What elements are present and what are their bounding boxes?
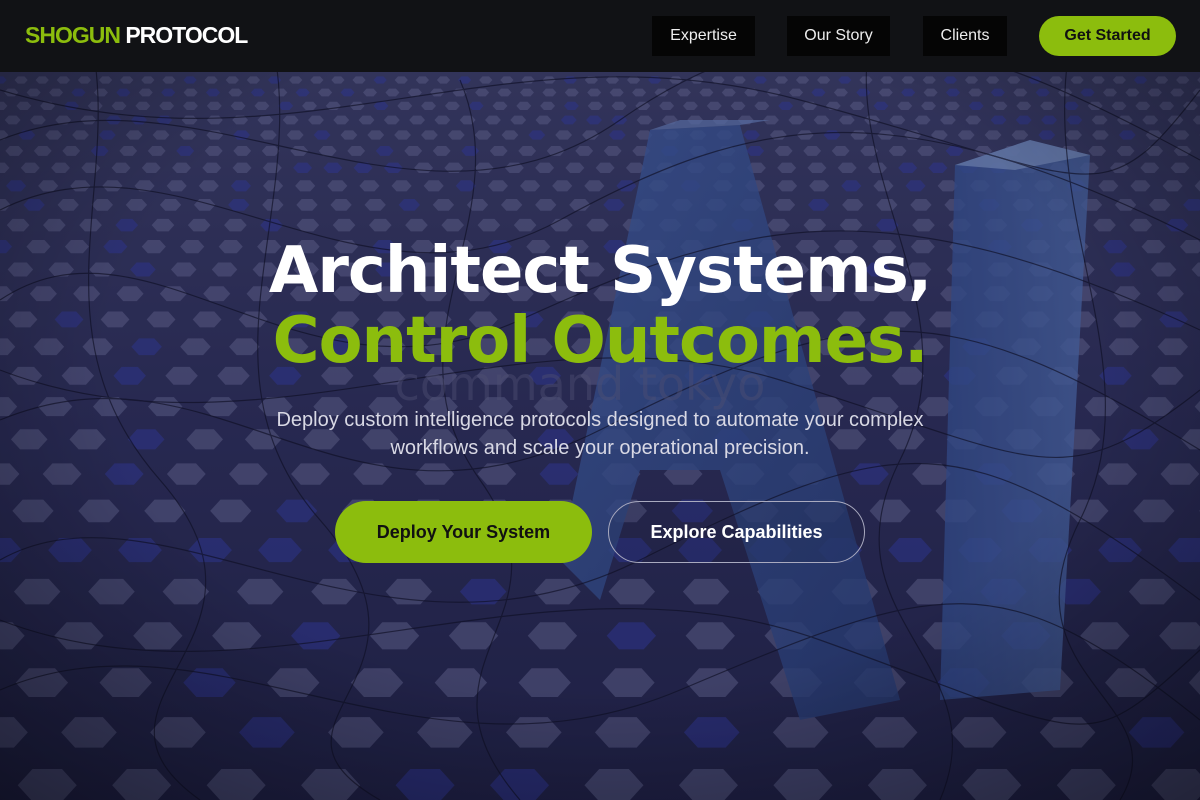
get-started-button[interactable]: Get Started bbox=[1039, 16, 1176, 56]
hero-headline-line1: Architect Systems, bbox=[268, 234, 932, 308]
nav-link-expertise[interactable]: Expertise bbox=[652, 16, 755, 56]
brand-logo-part1: SHOGUN bbox=[25, 22, 121, 48]
brand-logo[interactable]: SHOGUN PROTOCOL bbox=[25, 22, 248, 49]
deploy-your-system-button[interactable]: Deploy Your System bbox=[335, 501, 592, 563]
hero-headline-line2: Control Outcomes. bbox=[272, 304, 929, 378]
top-navigation-bar: SHOGUN PROTOCOL Expertise Our Story Clie… bbox=[0, 0, 1200, 72]
nav-link-clients[interactable]: Clients bbox=[923, 16, 1007, 56]
explore-capabilities-button[interactable]: Explore Capabilities bbox=[608, 501, 865, 563]
hero-background-image: command tokyo bbox=[0, 0, 1200, 800]
nav-link-our-story[interactable]: Our Story bbox=[787, 16, 890, 56]
brand-logo-part2: PROTOCOL bbox=[125, 22, 248, 48]
hero-subtitle: Deploy custom intelligence protocols des… bbox=[276, 409, 924, 459]
